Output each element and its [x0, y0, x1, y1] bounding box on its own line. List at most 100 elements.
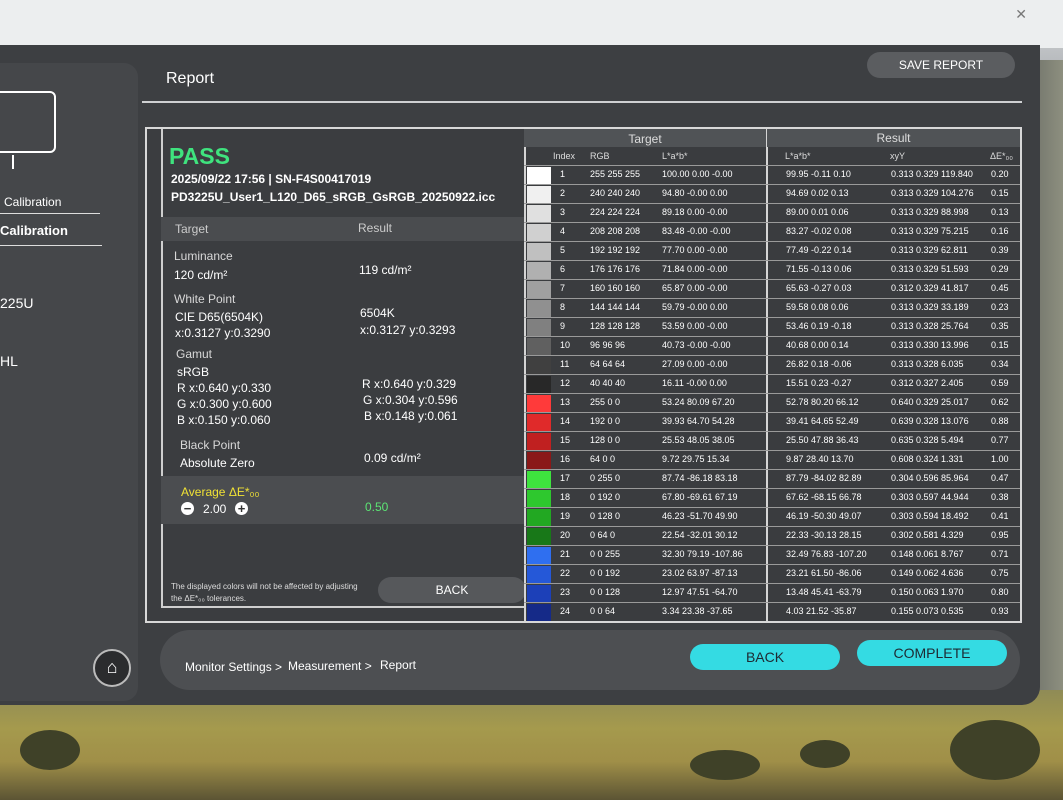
cell-res-lab: 83.27 -0.02 0.08 [786, 226, 852, 236]
monitor-stand-icon [12, 155, 26, 169]
cell-rgb: 64 0 0 [590, 454, 616, 464]
divider [0, 245, 102, 246]
complete-button[interactable]: COMPLETE [857, 640, 1007, 666]
color-swatch [527, 547, 551, 564]
gamut-label: Gamut [176, 347, 213, 361]
cell-de: 0.45 [991, 283, 1009, 293]
cell-de: 0.47 [991, 473, 1009, 483]
cell-xyy: 0.149 0.062 4.636 [891, 568, 964, 578]
cell-res-lab: 46.19 -50.30 49.07 [786, 511, 862, 521]
summary-back-button[interactable]: BACK [378, 577, 526, 603]
whitepoint-target: CIE D65(6504K) [175, 310, 264, 324]
cell-index: 12 [560, 378, 571, 388]
bush [800, 740, 850, 768]
plus-icon[interactable]: + [235, 502, 248, 515]
cell-index: 23 [560, 587, 571, 597]
sidebar-monitor-model: 225U [0, 295, 34, 311]
cell-res-lab: 25.50 47.88 36.43 [786, 435, 859, 445]
cell-de: 0.15 [991, 188, 1009, 198]
sidebar-item-calibration-label[interactable]: Calibration [4, 195, 61, 209]
table-row: 7 160 160 160 65.87 0.00 -0.00 65.63 -0.27 … [524, 279, 1020, 299]
color-swatch [527, 395, 551, 412]
color-swatch [527, 452, 551, 469]
cell-de: 0.41 [991, 511, 1009, 521]
cell-index: 20 [560, 530, 571, 540]
pass-status: PASS [169, 143, 230, 169]
col-lab-header: L*a*b* [662, 151, 688, 161]
cell-de: 0.93 [991, 606, 1009, 616]
cell-xyy: 0.155 0.073 0.535 [891, 606, 964, 616]
cell-res-lab: 53.46 0.19 -0.18 [786, 321, 852, 331]
cell-de: 0.35 [991, 321, 1009, 331]
color-swatch [527, 490, 551, 507]
table-row: 2 240 240 240 94.80 -0.00 0.00 94.69 0.02 0… [524, 184, 1020, 204]
cell-res-lab: 39.41 64.65 52.49 [786, 416, 859, 426]
cell-lab: 53.24 80.09 67.20 [662, 397, 735, 407]
minus-icon[interactable]: − [181, 502, 194, 515]
color-swatch [527, 319, 551, 336]
cell-xyy: 0.312 0.327 2.405 [891, 378, 964, 388]
cell-res-lab: 22.33 -30.13 28.15 [786, 530, 862, 540]
save-report-button[interactable]: SAVE REPORT [867, 52, 1015, 78]
table-row: 18 0 192 0 67.80 -69.61 67.19 67.62 -68.15 … [524, 488, 1020, 508]
table-row: 19 0 128 0 46.23 -51.70 49.90 46.19 -50.30 … [524, 507, 1020, 527]
cell-xyy: 0.313 0.329 75.215 [891, 226, 969, 236]
cell-res-lab: 23.21 61.50 -86.06 [786, 568, 862, 578]
cell-xyy: 0.640 0.329 25.017 [891, 397, 969, 407]
color-swatch [527, 471, 551, 488]
cell-de: 1.00 [991, 454, 1009, 464]
window-frame: ✕ [0, 0, 1063, 48]
back-button[interactable]: BACK [690, 644, 840, 670]
cell-res-lab: 59.58 0.08 0.06 [786, 302, 849, 312]
color-swatch [527, 566, 551, 583]
table-row: 10 96 96 96 40.73 -0.00 -0.00 40.68 0.00 0.… [524, 336, 1020, 356]
cell-rgb: 208 208 208 [590, 226, 641, 236]
cell-index: 8 [560, 302, 566, 312]
cell-de: 0.75 [991, 568, 1009, 578]
home-icon[interactable]: ⌂ [93, 649, 131, 687]
sidebar-monitor-mode: HL [0, 353, 18, 369]
table-row: 12 40 40 40 16.11 -0.00 0.00 15.51 0.23 -0.… [524, 374, 1020, 394]
cell-rgb: 176 176 176 [590, 264, 641, 274]
color-swatch [527, 167, 551, 184]
whitepoint-result-xy: x:0.3127 y:0.3293 [360, 323, 456, 337]
col-xyy-header: xyY [890, 151, 906, 161]
cell-rgb: 0 0 64 [590, 606, 616, 616]
whitepoint-label: White Point [174, 292, 236, 306]
sidebar: Calibration Calibration 225U HL ⌂ [0, 63, 138, 701]
cell-rgb: 192 0 0 [590, 416, 621, 426]
cell-lab: 32.30 79.19 -107.86 [662, 549, 743, 559]
cell-rgb: 96 96 96 [590, 340, 626, 350]
cell-de: 0.20 [991, 169, 1009, 179]
cell-rgb: 192 192 192 [590, 245, 641, 255]
cell-rgb: 0 0 128 [590, 587, 621, 597]
cell-rgb: 40 40 40 [590, 378, 626, 388]
cell-de: 0.80 [991, 587, 1009, 597]
cell-index: 9 [560, 321, 566, 331]
cell-res-lab: 71.55 -0.13 0.06 [786, 264, 852, 274]
cell-rgb: 224 224 224 [590, 207, 641, 217]
cell-lab: 67.80 -69.61 67.19 [662, 492, 738, 502]
gamut-target: sRGB [177, 365, 210, 379]
sidebar-item-calibration-active[interactable]: Calibration [0, 223, 68, 238]
cell-de: 0.13 [991, 207, 1009, 217]
cell-de: 0.62 [991, 397, 1009, 407]
cell-xyy: 0.313 0.328 6.035 [891, 359, 964, 369]
cell-res-lab: 65.63 -0.27 0.03 [786, 283, 852, 293]
color-swatch [527, 243, 551, 260]
close-icon[interactable]: ✕ [1015, 6, 1027, 23]
table-row: 17 0 255 0 87.74 -86.18 83.18 87.79 -84.02 … [524, 469, 1020, 489]
color-swatch [527, 300, 551, 317]
cell-res-lab: 13.48 45.41 -63.79 [786, 587, 862, 597]
report-panel: PASS 2025/09/22 17:56 | SN-F4S00417019 P… [145, 127, 1022, 623]
cell-rgb: 240 240 240 [590, 188, 641, 198]
cell-res-lab: 89.00 0.01 0.06 [786, 207, 849, 217]
color-swatch [527, 224, 551, 241]
title-divider [142, 101, 1022, 103]
cell-res-lab: 99.95 -0.11 0.10 [786, 169, 851, 179]
blackpoint-target: Absolute Zero [180, 456, 255, 470]
table-row: 23 0 0 128 12.97 47.51 -64.70 13.48 45.41 -… [524, 583, 1020, 603]
cell-lab: 40.73 -0.00 -0.00 [662, 340, 731, 350]
color-swatch [527, 357, 551, 374]
cell-lab: 59.79 -0.00 0.00 [662, 302, 728, 312]
